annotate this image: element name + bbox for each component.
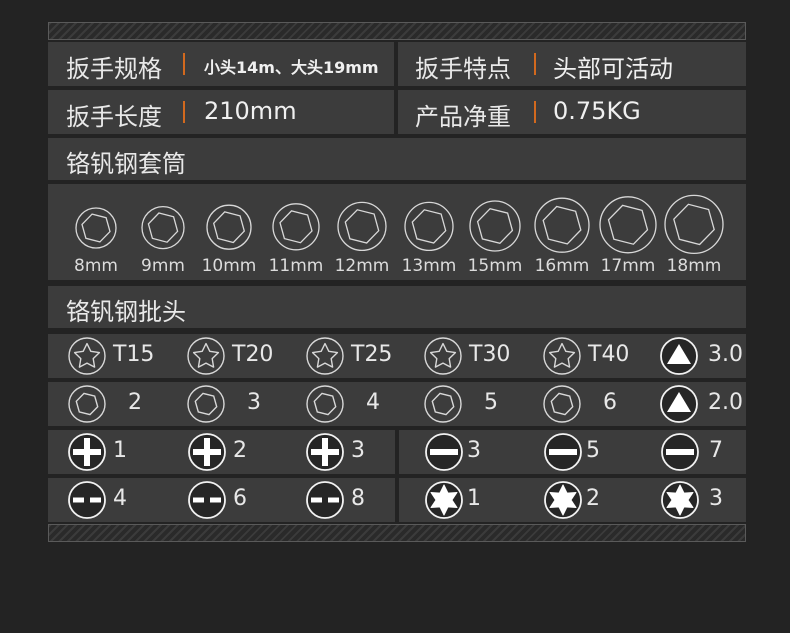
spec-label: 扳手特点	[415, 55, 511, 83]
spec-net-weight: 产品净重 0.75KG	[398, 90, 746, 134]
bit-size-label: T40	[588, 342, 630, 367]
bits-row-hex: 2 3 4 5 6 2.0	[48, 382, 746, 426]
slotted-bit-icon	[544, 433, 582, 471]
bit-size-label: 1	[467, 486, 481, 511]
bits-row-slotted: 3 5 7	[399, 430, 746, 474]
bit-size-label: 2.0	[708, 390, 743, 415]
bit-size-label: 2	[586, 486, 600, 511]
sockets-panel: 8mm 9mm 10mm 11mm 12mm 13mm 15mm 16mm 17mm 18mm	[48, 184, 746, 280]
star-bit-icon	[425, 481, 463, 519]
bits-row-phillips: 1 2 3	[48, 430, 395, 474]
triangle-bit-icon	[660, 385, 698, 423]
socket-size-label: 12mm	[334, 256, 390, 276]
socket-size-label: 18mm	[666, 256, 722, 276]
bit-size-label: 5	[586, 438, 600, 463]
socket-icon	[337, 201, 387, 252]
socket-size-label: 9mm	[141, 256, 185, 276]
hex-bit-icon	[306, 385, 344, 423]
star-bit-icon	[544, 481, 582, 519]
socket-size-label: 15mm	[467, 256, 523, 276]
separator	[534, 53, 536, 75]
socket-icon	[469, 200, 521, 252]
spec-label: 产品净重	[415, 103, 511, 131]
torx-bit-icon	[187, 337, 225, 375]
spec-label: 扳手长度	[66, 103, 162, 131]
socket-icon	[75, 207, 117, 249]
bit-size-label: 2	[128, 390, 142, 415]
bits-row-star: 1 2 3	[399, 478, 746, 522]
separator	[183, 53, 185, 75]
socket-size-label: 17mm	[600, 256, 656, 276]
bit-size-label: 3	[709, 486, 723, 511]
bit-size-label: T15	[113, 342, 155, 367]
bit-size-label: 4	[366, 390, 380, 415]
bit-size-label: 6	[233, 486, 247, 511]
separator	[534, 101, 536, 123]
torx-bit-icon	[543, 337, 581, 375]
slotted-bit-icon	[425, 433, 463, 471]
socket-size-label: 13mm	[401, 256, 457, 276]
spanner-bit-icon	[306, 481, 344, 519]
socket-icon	[664, 194, 724, 255]
bottom-hatch-border	[48, 524, 746, 542]
bits-row-spanner: 4 6 8	[48, 478, 395, 522]
socket-icon	[534, 197, 590, 253]
bit-size-label: 3.0	[708, 342, 743, 367]
spec-value: 头部可活动	[553, 55, 673, 83]
bit-size-label: 6	[603, 390, 617, 415]
bit-size-label: 2	[233, 438, 247, 463]
bit-size-label: 7	[709, 438, 723, 463]
socket-icon	[141, 205, 185, 250]
bit-size-label: 4	[113, 486, 127, 511]
section-title: 铬钒钢批头	[66, 298, 186, 326]
phillips-bit-icon	[188, 433, 226, 471]
bit-size-label: T20	[232, 342, 274, 367]
spec-wrench-size: 扳手规格 小头14m、大头19mm	[48, 42, 394, 86]
section-title: 铬钒钢套筒	[66, 150, 186, 178]
socket-icon	[206, 204, 252, 250]
hex-bit-icon	[424, 385, 462, 423]
spanner-bit-icon	[188, 481, 226, 519]
star-bit-icon	[661, 481, 699, 519]
socket-icon	[599, 196, 657, 254]
phillips-bit-icon	[306, 433, 344, 471]
slotted-bit-icon	[661, 433, 699, 471]
socket-size-label: 11mm	[268, 256, 324, 276]
bit-size-label: 3	[247, 390, 261, 415]
spec-sheet: 扳手规格 小头14m、大头19mm 扳手特点 头部可活动 扳手长度 210mm …	[48, 22, 746, 542]
socket-size-label: 10mm	[201, 256, 257, 276]
hex-bit-icon	[187, 385, 225, 423]
bit-size-label: 3	[467, 438, 481, 463]
top-hatch-border	[48, 22, 746, 40]
separator	[183, 101, 185, 123]
bits-row-torx: T15 T20 T25 T30 T40 3.0	[48, 334, 746, 378]
triangle-bit-icon	[660, 337, 698, 375]
bit-size-label: T30	[469, 342, 511, 367]
hex-bit-icon	[68, 385, 106, 423]
bit-size-label: 3	[351, 438, 365, 463]
spec-value: 0.75KG	[553, 97, 641, 125]
spec-value: 小头14m、大头19mm	[204, 58, 379, 77]
bits-section-header: 铬钒钢批头	[48, 286, 746, 328]
torx-bit-icon	[424, 337, 462, 375]
bit-size-label: 8	[351, 486, 365, 511]
sockets-section-header: 铬钒钢套筒	[48, 138, 746, 180]
hex-bit-icon	[543, 385, 581, 423]
spec-value: 210mm	[204, 97, 297, 125]
bit-size-label: 5	[484, 390, 498, 415]
torx-bit-icon	[306, 337, 344, 375]
spanner-bit-icon	[68, 481, 106, 519]
spec-wrench-length: 扳手长度 210mm	[48, 90, 394, 134]
bit-size-label: T25	[351, 342, 393, 367]
spec-wrench-feature: 扳手特点 头部可活动	[398, 42, 746, 86]
socket-size-label: 16mm	[534, 256, 590, 276]
socket-icon	[272, 203, 320, 251]
spec-label: 扳手规格	[66, 55, 162, 83]
phillips-bit-icon	[68, 433, 106, 471]
torx-bit-icon	[68, 337, 106, 375]
bit-size-label: 1	[113, 438, 127, 463]
socket-size-label: 8mm	[74, 256, 118, 276]
socket-icon	[404, 201, 454, 252]
